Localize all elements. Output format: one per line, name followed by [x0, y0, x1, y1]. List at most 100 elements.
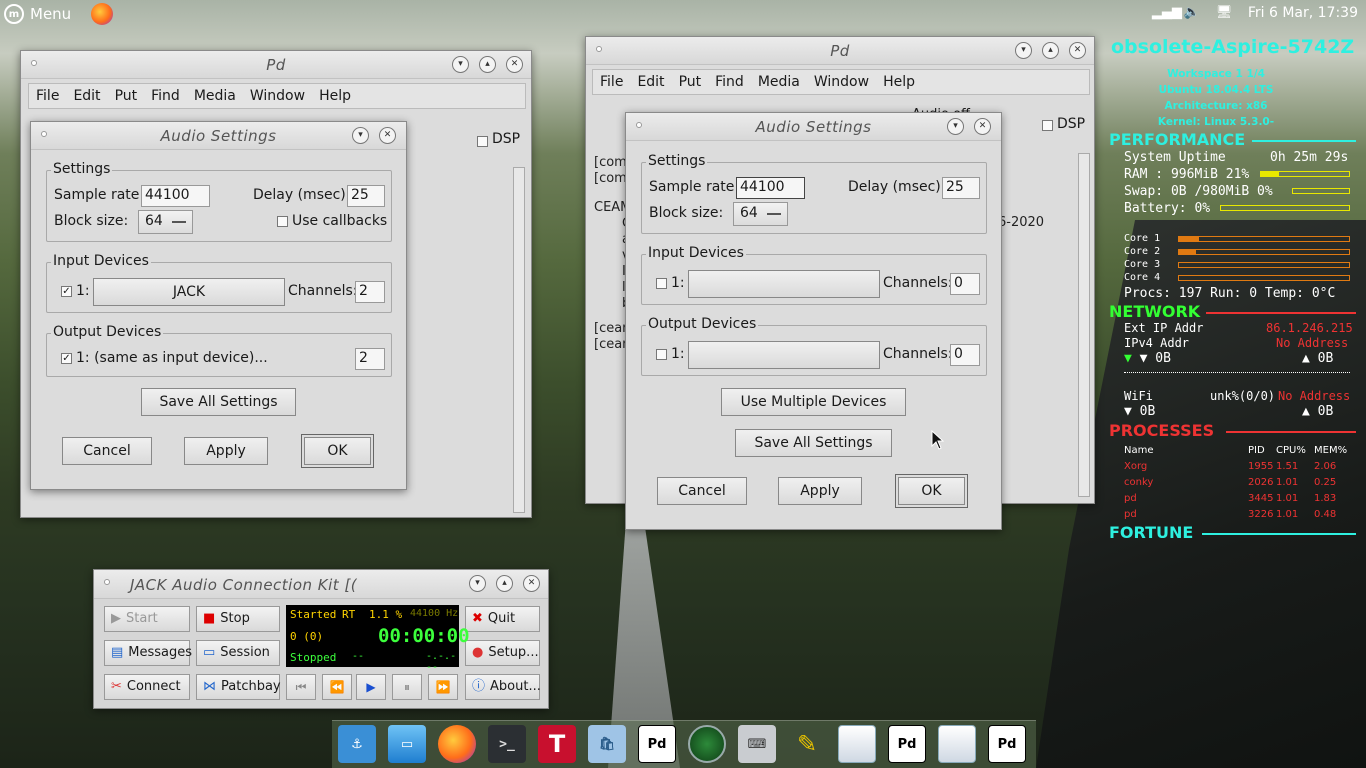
ok-button[interactable]: OK: [895, 474, 968, 508]
menu-put[interactable]: Put: [678, 74, 703, 90]
menu-find[interactable]: Find: [150, 88, 181, 104]
anchor-icon[interactable]: ⚓: [338, 725, 376, 763]
input-device-checkbox[interactable]: ✓: [61, 286, 72, 297]
close-icon[interactable]: ✕: [974, 118, 991, 135]
store-icon[interactable]: 🛍: [588, 725, 626, 763]
signal-icon[interactable]: ▂▄▆: [1152, 5, 1182, 21]
save-all-settings-button[interactable]: Save All Settings: [141, 388, 296, 416]
maximize-icon[interactable]: ▴: [1042, 42, 1059, 59]
stop-button[interactable]: ■ Stop: [196, 606, 280, 632]
show-desktop-icon[interactable]: ▭: [388, 725, 426, 763]
proc-header-mem: MEM%: [1314, 445, 1348, 456]
firefox-launcher-icon[interactable]: [91, 3, 113, 25]
block-size-select[interactable]: 64: [138, 210, 193, 234]
titlebar[interactable]: Pd ▾ ▴ ✕: [21, 51, 531, 79]
menu-edit[interactable]: Edit: [636, 74, 665, 90]
input-channels-input[interactable]: 2: [355, 281, 385, 303]
menu-button[interactable]: m Menu: [4, 3, 71, 25]
messages-button[interactable]: ▤ Messages: [104, 640, 192, 666]
save-all-settings-button[interactable]: Save All Settings: [735, 429, 892, 457]
menu-edit[interactable]: Edit: [72, 88, 101, 104]
connect-button[interactable]: ✂ Connect: [104, 674, 190, 700]
delay-input[interactable]: 25: [347, 185, 385, 207]
pd-window-icon[interactable]: Pd: [988, 725, 1026, 763]
window-icon[interactable]: [938, 725, 976, 763]
use-callbacks-checkbox[interactable]: [277, 216, 288, 227]
input-channels-input[interactable]: 0: [950, 273, 980, 295]
rewind-start-icon[interactable]: ⏮: [286, 674, 316, 700]
pd-window-icon[interactable]: Pd: [888, 725, 926, 763]
menu-window[interactable]: Window: [813, 74, 870, 90]
typora-icon[interactable]: T: [538, 725, 576, 763]
titlebar[interactable]: Audio Settings ▾ ✕: [626, 113, 1001, 141]
pause-icon[interactable]: ⏸: [392, 674, 422, 700]
output-device-button[interactable]: [688, 341, 880, 369]
cancel-button[interactable]: Cancel: [657, 477, 747, 505]
fast-forward-icon[interactable]: ⏩: [428, 674, 458, 700]
terminal-icon[interactable]: >_: [488, 725, 526, 763]
close-icon[interactable]: ✕: [1069, 42, 1086, 59]
quit-button[interactable]: ✖ Quit: [465, 606, 540, 632]
about-button[interactable]: ⓘ About...: [465, 674, 541, 700]
minimize-icon[interactable]: ▾: [947, 118, 964, 135]
keyboard-icon[interactable]: ⌨: [738, 725, 776, 763]
input-device-button[interactable]: [688, 270, 880, 298]
firefox-dock-icon[interactable]: [438, 725, 476, 763]
pencil-icon[interactable]: ✎: [788, 725, 826, 763]
menu-help[interactable]: Help: [318, 88, 352, 104]
window-icon[interactable]: [838, 725, 876, 763]
output-channels-input[interactable]: 2: [355, 348, 385, 370]
radar-icon[interactable]: [688, 725, 726, 763]
setup-button[interactable]: ● Setup...: [465, 640, 540, 666]
session-button[interactable]: ▭ Session: [196, 640, 280, 666]
menu-media[interactable]: Media: [757, 74, 801, 90]
menu-help[interactable]: Help: [882, 74, 916, 90]
close-icon[interactable]: ✕: [523, 575, 540, 592]
output-device-label[interactable]: 1: (same as input device)...: [76, 350, 268, 366]
pd-dock-icon[interactable]: Pd: [638, 725, 676, 763]
use-multiple-devices-button[interactable]: Use Multiple Devices: [721, 388, 906, 416]
titlebar[interactable]: Pd ▾ ▴ ✕: [586, 37, 1094, 65]
minimize-icon[interactable]: ▾: [469, 575, 486, 592]
ok-button[interactable]: OK: [301, 434, 374, 468]
input-device-checkbox[interactable]: [656, 278, 667, 289]
block-size-select[interactable]: 64: [733, 202, 788, 226]
menu-file[interactable]: File: [599, 74, 624, 90]
minimize-icon[interactable]: ▾: [452, 56, 469, 73]
menu-find[interactable]: Find: [714, 74, 745, 90]
start-button[interactable]: ▶ Start: [104, 606, 190, 632]
input-device-button[interactable]: JACK: [93, 278, 285, 306]
close-icon[interactable]: ✕: [506, 56, 523, 73]
window-menu-icon[interactable]: [104, 579, 110, 585]
menu-window[interactable]: Window: [249, 88, 306, 104]
output-channels-input[interactable]: 0: [950, 344, 980, 366]
play-transport-icon[interactable]: ▶: [356, 674, 386, 700]
titlebar[interactable]: Audio Settings ▾ ✕: [31, 122, 406, 150]
minimize-icon[interactable]: ▾: [352, 127, 369, 144]
maximize-icon[interactable]: ▴: [479, 56, 496, 73]
sample-rate-input[interactable]: 44100: [736, 177, 805, 199]
patchbay-button[interactable]: ⋈ Patchbay: [196, 674, 281, 700]
titlebar[interactable]: JACK Audio Connection Kit [( ▾ ▴ ✕: [94, 570, 548, 599]
cancel-button[interactable]: Cancel: [62, 437, 152, 465]
output-device-checkbox[interactable]: ✓: [61, 353, 72, 364]
rewind-icon[interactable]: ⏪: [322, 674, 352, 700]
menu-file[interactable]: File: [35, 88, 60, 104]
network-icon[interactable]: 🖥: [1216, 5, 1234, 21]
sample-rate-input[interactable]: 44100: [141, 185, 210, 207]
console-scrollbar[interactable]: [513, 167, 525, 513]
menu-media[interactable]: Media: [193, 88, 237, 104]
console-scrollbar[interactable]: [1078, 153, 1090, 497]
menu-put[interactable]: Put: [114, 88, 139, 104]
clock[interactable]: Fri 6 Mar, 17:39: [1248, 5, 1358, 21]
close-icon[interactable]: ✕: [379, 127, 396, 144]
maximize-icon[interactable]: ▴: [496, 575, 513, 592]
dsp-checkbox[interactable]: [477, 136, 488, 147]
delay-input[interactable]: 25: [942, 177, 980, 199]
apply-button[interactable]: Apply: [184, 437, 268, 465]
apply-button[interactable]: Apply: [778, 477, 862, 505]
minimize-icon[interactable]: ▾: [1015, 42, 1032, 59]
volume-icon[interactable]: 🔈: [1184, 5, 1202, 21]
output-device-checkbox[interactable]: [656, 349, 667, 360]
dsp-checkbox[interactable]: [1042, 120, 1053, 131]
